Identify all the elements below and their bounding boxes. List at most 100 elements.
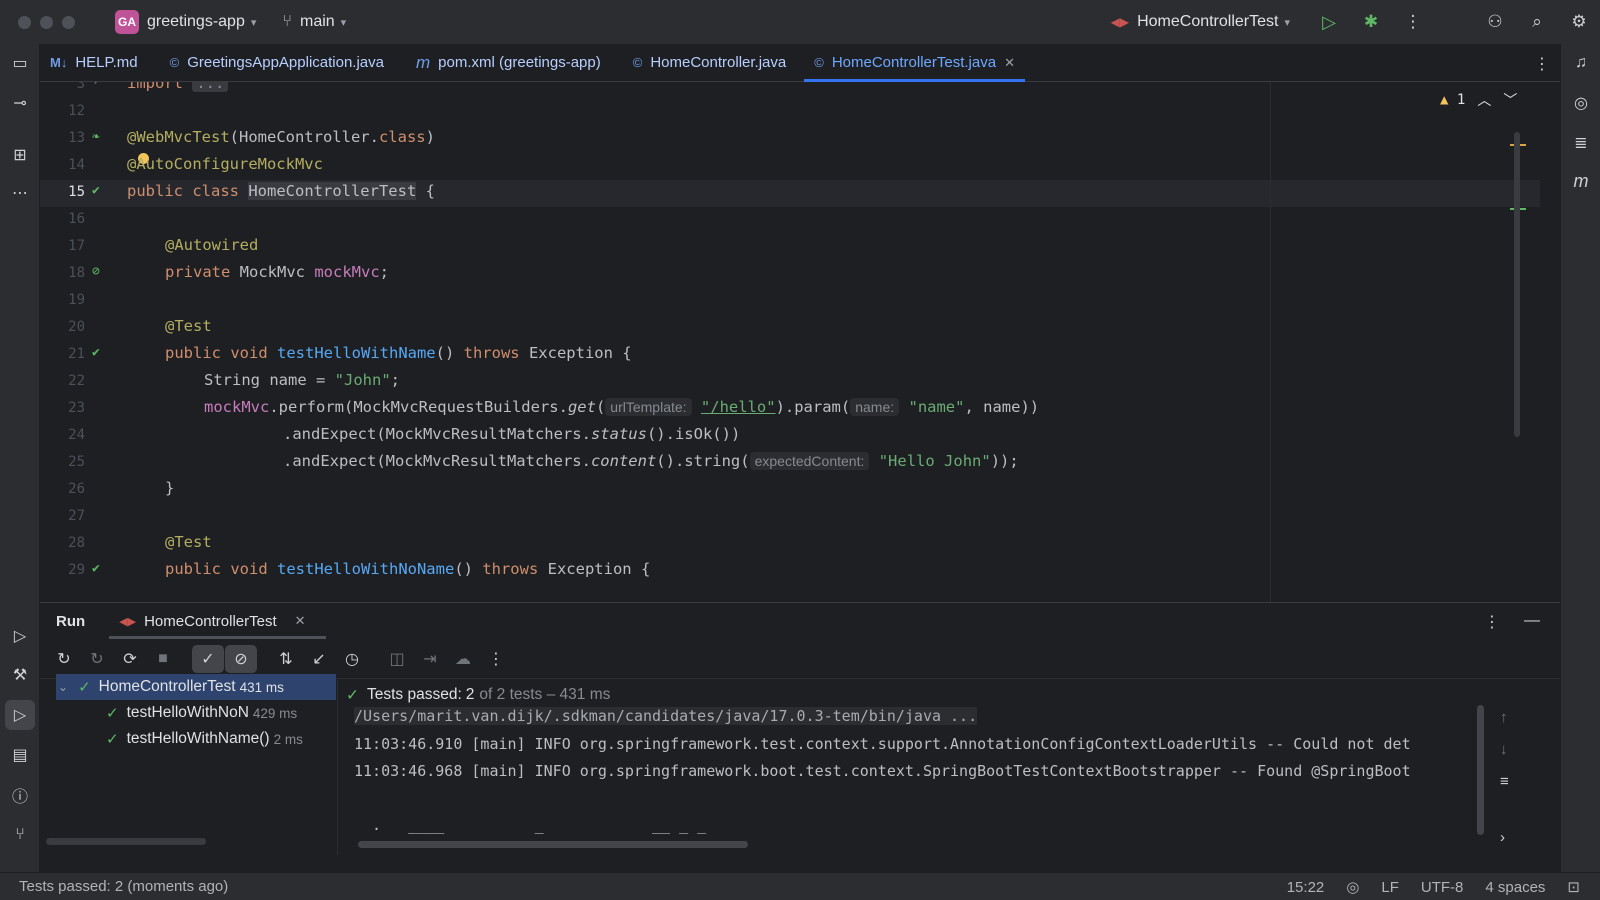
run-test-passed-icon[interactable]: ✔: [92, 345, 100, 360]
debug-icon[interactable]: ✱: [1350, 12, 1392, 32]
settings-gear-icon[interactable]: ⚙: [1558, 12, 1600, 32]
chevron-down-icon[interactable]: ▾: [341, 16, 347, 29]
close-tab-icon[interactable]: ✕: [1004, 55, 1015, 71]
code-with-me-icon[interactable]: ⚇: [1474, 12, 1516, 32]
file-encoding[interactable]: UTF-8: [1421, 879, 1464, 896]
window-controls[interactable]: [18, 15, 75, 29]
expand-chevron-icon[interactable]: ›: [1500, 829, 1505, 846]
title-bar: GA greetings-app ▾ ⑂ main ▾ ◀▶ HomeContr…: [0, 0, 1600, 44]
test-history-icon[interactable]: ◷: [336, 645, 368, 673]
console-output[interactable]: ✓ Tests passed: 2 of 2 tests – 431 ms /U…: [340, 680, 1470, 855]
run-configuration-selector[interactable]: HomeControllerTest: [1137, 13, 1278, 31]
options-icon[interactable]: ⋮: [1484, 612, 1500, 632]
tab-help-md[interactable]: M↓ HELP.md: [40, 44, 148, 81]
caret-position[interactable]: 15:22: [1287, 879, 1325, 896]
tab-greetings-app-application[interactable]: © GreetingsAppApplication.java: [160, 44, 394, 81]
line-separator[interactable]: LF: [1381, 879, 1399, 896]
tree-item-test-hello-with-name[interactable]: ✓ testHelloWithName() 2 ms: [106, 726, 303, 752]
folded-imports[interactable]: ...: [192, 82, 229, 92]
collapse-icon[interactable]: ↙: [303, 645, 335, 673]
previous-highlight-icon[interactable]: ︿: [1477, 90, 1491, 110]
notifications-bell-icon[interactable]: ♫: [1561, 48, 1600, 78]
chevron-down-icon[interactable]: ▾: [251, 16, 257, 29]
tab-pom-xml[interactable]: m pom.xml (greetings-app): [406, 44, 611, 81]
maven-icon[interactable]: m: [1561, 166, 1600, 196]
line-number: 23: [68, 400, 85, 416]
close-tab-icon[interactable]: ✕: [295, 613, 306, 629]
project-selector[interactable]: greetings-app: [147, 13, 245, 31]
show-passed-icon[interactable]: ✓: [192, 644, 224, 673]
export-icon[interactable]: ⇥: [414, 645, 446, 673]
code-token: (): [435, 344, 464, 362]
tree-item-label: HomeControllerTest: [98, 678, 236, 695]
console-line: 11:03:46.910 [main] INFO org.springframe…: [354, 735, 1411, 753]
code-token: public void: [165, 560, 268, 578]
rerun-failed-icon[interactable]: ↻: [81, 645, 113, 673]
lock-icon[interactable]: ⊡: [1567, 878, 1580, 896]
scroll-up-icon[interactable]: ↑: [1500, 709, 1508, 726]
ai-status-icon[interactable]: ◎: [1346, 878, 1359, 896]
spring-bean-icon[interactable]: ❧: [92, 129, 100, 144]
toggle-auto-test-icon[interactable]: ⟳: [114, 645, 146, 673]
scroll-down-icon[interactable]: ↓: [1500, 741, 1508, 758]
ai-assistant-icon[interactable]: ◎: [1561, 88, 1600, 118]
project-badge[interactable]: GA: [115, 10, 139, 34]
tree-scrollbar[interactable]: [46, 838, 206, 845]
code-token: ().isOk()): [646, 425, 741, 443]
line-number: 20: [68, 319, 85, 335]
camera-icon[interactable]: ◫: [381, 645, 413, 673]
run-icon[interactable]: ▷: [1308, 12, 1350, 33]
services-icon[interactable]: ▷: [0, 621, 40, 651]
code-editor[interactable]: 3 12 13 14 15 16 17 18 19 20 21 22 23 24…: [40, 82, 1560, 602]
problems-icon[interactable]: ⓘ: [0, 780, 40, 810]
structure-icon[interactable]: ⊞: [0, 140, 40, 170]
import-icon[interactable]: ☁: [447, 645, 479, 673]
tab-home-controller-test[interactable]: © HomeControllerTest.java ✕: [804, 44, 1025, 82]
code-token: (HomeController.: [229, 128, 379, 146]
run-test-passed-icon[interactable]: ✔: [92, 561, 100, 576]
console-command-line[interactable]: /Users/marit.van.dijk/.sdkman/candidates…: [354, 707, 978, 725]
tree-root-home-controller-test[interactable]: ⌄ ✓ HomeControllerTest 431 ms: [56, 674, 336, 700]
chevron-down-icon[interactable]: ⌄: [58, 680, 68, 694]
minimize-window-button[interactable]: [40, 15, 53, 29]
rerun-icon[interactable]: ↻: [48, 645, 80, 673]
soft-wrap-icon[interactable]: ≡: [1500, 773, 1509, 790]
inspection-widget[interactable]: ▲ 1 ︿ ﹀: [1440, 90, 1517, 110]
git-branch-icon[interactable]: ⑂: [282, 13, 292, 31]
search-icon[interactable]: ⌕: [1516, 12, 1558, 32]
sort-icon[interactable]: ⇅: [270, 645, 302, 673]
run-tool-icon[interactable]: ▷: [5, 700, 35, 730]
minimize-panel-icon[interactable]: —: [1524, 612, 1540, 632]
code-token: class: [378, 128, 426, 146]
more-icon[interactable]: ⋮: [480, 645, 512, 673]
stop-icon[interactable]: ■: [147, 645, 179, 673]
console-hscrollbar[interactable]: [358, 841, 748, 848]
branch-selector[interactable]: main: [300, 13, 335, 31]
build-hammer-icon[interactable]: ⚒: [0, 660, 40, 690]
terminal-icon[interactable]: ▤: [0, 740, 40, 770]
code-token: .andExpect(MockMvcResultMatchers.: [283, 452, 591, 470]
indent-setting[interactable]: 4 spaces: [1485, 879, 1545, 896]
commit-icon[interactable]: ⊸: [0, 88, 40, 118]
run-tab-home-controller-test[interactable]: ◀▶ HomeControllerTest ✕: [109, 603, 326, 639]
method-name: testHelloWithNoName: [277, 560, 455, 578]
chevron-down-icon[interactable]: ▾: [1284, 16, 1290, 29]
status-message[interactable]: Tests passed: 2 (moments ago): [19, 878, 228, 895]
next-highlight-icon[interactable]: ﹀: [1503, 90, 1517, 110]
fold-chevron-icon[interactable]: ›: [92, 82, 100, 89]
show-ignored-icon[interactable]: ⊘: [225, 644, 257, 673]
project-folder-icon[interactable]: ▭: [0, 48, 40, 78]
run-test-passed-icon[interactable]: ✔: [92, 183, 100, 198]
console-scrollbar[interactable]: [1477, 705, 1484, 835]
tab-options-icon[interactable]: ⋮: [1534, 54, 1550, 74]
close-window-button[interactable]: [18, 15, 31, 29]
git-icon[interactable]: ⑂: [0, 820, 40, 850]
database-icon[interactable]: ≣: [1561, 128, 1600, 158]
tree-item-test-hello-with-no-name[interactable]: ✓ testHelloWithNoN 429 ms: [106, 700, 297, 726]
tab-home-controller[interactable]: © HomeController.java: [623, 44, 797, 81]
autowired-bean-icon[interactable]: ⊘: [92, 264, 100, 279]
more-actions-icon[interactable]: ⋮: [1392, 12, 1434, 32]
more-tools-icon[interactable]: ⋯: [0, 178, 40, 208]
editor-scrollbar[interactable]: [1514, 132, 1520, 437]
zoom-window-button[interactable]: [62, 15, 75, 29]
